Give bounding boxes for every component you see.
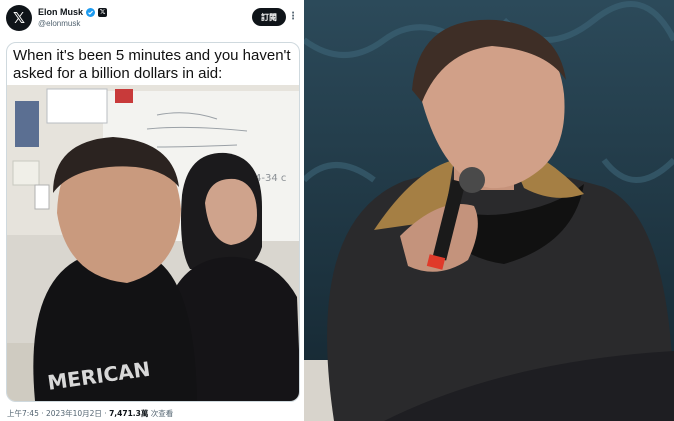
- tweet-time[interactable]: 上午7:45: [7, 409, 39, 418]
- meme-caption: When it's been 5 minutes and you haven't…: [13, 47, 291, 82]
- speaker-photo: [304, 0, 674, 421]
- tweet-panel: 𝕏 Elon Musk 𝕏 @elonmusk 訂閱 ⋮ When it's b…: [0, 0, 304, 421]
- author-handle[interactable]: @elonmusk: [38, 19, 80, 28]
- verified-badge-icon: [86, 7, 96, 17]
- meta-separator: ·: [38, 409, 46, 418]
- more-icon[interactable]: ⋮: [288, 10, 298, 24]
- tweet-date[interactable]: 2023年10月2日: [46, 409, 102, 418]
- tweet-media-card[interactable]: When it's been 5 minutes and you haven't…: [6, 42, 300, 402]
- author-display-name[interactable]: Elon Musk: [38, 7, 83, 17]
- view-count-label: 次查看: [148, 409, 174, 418]
- meme-photo: 4-34 c MERICAN: [7, 85, 299, 401]
- author-name-row[interactable]: Elon Musk 𝕏: [38, 7, 108, 17]
- tweet-meta: 上午7:45 · 2023年10月2日 · 7,471.3萬 次查看: [7, 408, 173, 419]
- subscribe-button[interactable]: 訂閱: [252, 8, 286, 26]
- view-count: 7,471.3萬: [109, 409, 149, 418]
- tweet-header: 𝕏 Elon Musk 𝕏 @elonmusk 訂閱 ⋮: [6, 4, 298, 34]
- x-logo-icon[interactable]: 𝕏: [6, 5, 32, 31]
- meta-separator: ·: [101, 409, 110, 418]
- svg-text:4-34 c: 4-34 c: [255, 173, 286, 184]
- x-affiliation-icon: 𝕏: [98, 7, 108, 17]
